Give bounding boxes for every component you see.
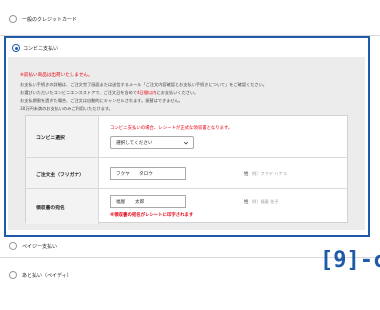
- option-label-convenience: コンビニ支払い: [23, 46, 59, 52]
- option-label-payeasy: ペイジー支払い: [22, 244, 58, 250]
- label-receipt-name: 領収書の宛名: [36, 206, 65, 211]
- receipt-mei-input[interactable]: 太郎: [130, 195, 186, 208]
- option-label-credit-card: 一般のクレジットカード: [22, 17, 78, 23]
- kana-sep: 姓: [244, 172, 249, 177]
- radio-credit-card[interactable]: [9, 15, 17, 23]
- payment-form: コンビニ選択 コンビニ支払いの場合、レシートが正式な領収書となります。 選択して…: [25, 115, 348, 224]
- kana-example: 例）フクヤ ハナコ: [252, 171, 287, 176]
- store-receipt-note: コンビニ支払いの場合、レシートが正式な領収書となります。: [110, 126, 233, 131]
- note-2: お選びいただいたコンビニエンスストアで、ご注文日を含めて4日間以内にお支払いくだ…: [20, 90, 199, 95]
- convenience-details: ※前払い商品は出荷いたしません。 お支払い手続きの詳細は、ご注文完了画面または送…: [8, 57, 365, 230]
- receipt-example: 例）福屋 花子: [252, 199, 279, 204]
- note-1: お支払い手続きの詳細は、ご注文完了画面または送信するメール「ご注文内容確認とお支…: [20, 82, 267, 87]
- figure-badge: [9]-c: [320, 248, 380, 273]
- radio-convenience[interactable]: [12, 44, 20, 52]
- payment-option-credit-card[interactable]: 一般のクレジットカード: [0, 0, 380, 36]
- kana-mei-input[interactable]: タロウ: [134, 167, 186, 180]
- note-4: 30万円未満のお支払いのみご利用いただけます。: [20, 106, 113, 111]
- note-3: お支払期限を過ぎた場合、ご注文は自動的にキャンセルされます。振替はできません。: [20, 98, 183, 103]
- receipt-sep: 姓: [244, 200, 249, 205]
- form-row-store: コンビニ選択 コンビニ支払いの場合、レシートが正式な領収書となります。 選択して…: [26, 116, 347, 158]
- radio-atobarai[interactable]: [9, 271, 17, 279]
- chevron-down-icon: [183, 141, 189, 145]
- receipt-print-warning: ※領収書の宛名がレシートに印字されます: [110, 213, 194, 218]
- convenience-payment-panel: コンビニ支払い ※前払い商品は出荷いたしません。 お支払い手続きの詳細は、ご注文…: [4, 36, 370, 237]
- label-store: コンビニ選択: [36, 136, 65, 141]
- prepay-warning: ※前払い商品は出荷いたしません。: [20, 73, 93, 78]
- form-row-receipt-name: 領収書の宛名 福屋 太郎 姓 例）福屋 花子 ※領収書の宛名がレシートに印字され…: [26, 189, 347, 224]
- form-row-name-kana: ご注文主（フリガナ） フクヤ タロウ 姓 例）フクヤ ハナコ: [26, 158, 347, 189]
- deadline-emphasis: 4日間以内: [137, 90, 157, 95]
- store-select[interactable]: 選択してください: [110, 136, 194, 149]
- option-label-atobarai: あと払い（ペイディ）: [22, 273, 72, 279]
- radio-payeasy[interactable]: [9, 242, 17, 250]
- store-select-value: 選択してください: [116, 141, 153, 146]
- label-name-kana: ご注文主（フリガナ）: [36, 173, 84, 178]
